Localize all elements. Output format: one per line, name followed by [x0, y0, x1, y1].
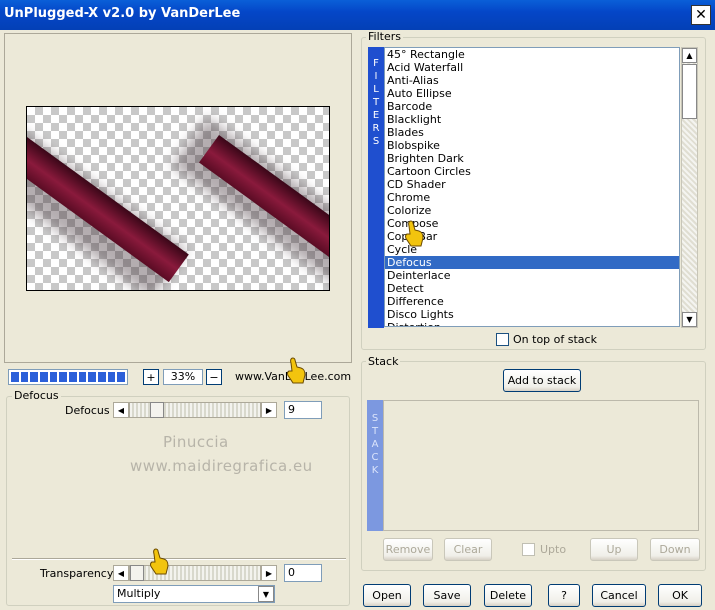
filters-scrollbar[interactable]: ▲ ▼ [681, 47, 698, 328]
help-button[interactable]: ? [548, 584, 580, 607]
filters-side-strip: F I L T E R S [368, 47, 384, 328]
filter-item[interactable]: Difference [385, 295, 679, 308]
filter-item[interactable]: Deinterlace [385, 269, 679, 282]
preview-image[interactable] [26, 106, 330, 291]
upto-checkbox[interactable] [522, 543, 535, 556]
cancel-button[interactable]: Cancel [592, 584, 646, 607]
filter-item[interactable]: Detect [385, 282, 679, 295]
save-button[interactable]: Save [423, 584, 471, 607]
chevron-down-icon: ▼ [262, 589, 270, 599]
transparency-slider-right[interactable]: ▶ [261, 565, 277, 581]
filter-item[interactable]: Disco Lights [385, 308, 679, 321]
zoom-value: 33% [163, 369, 203, 385]
scroll-up-icon: ▲ [686, 51, 693, 60]
watermark-url: www.maidiregrafica.eu [130, 457, 313, 475]
zoom-in-button[interactable]: + [143, 369, 159, 385]
transparency-input[interactable]: 0 [284, 564, 322, 582]
filter-item[interactable]: CD Shader [385, 178, 679, 191]
scroll-up-button[interactable]: ▲ [682, 48, 697, 63]
filters-group-title: Filters [366, 30, 403, 43]
filter-item[interactable]: Blacklight [385, 113, 679, 126]
stack-list[interactable] [383, 400, 699, 531]
filter-item[interactable]: Blades [385, 126, 679, 139]
defocus-slider[interactable] [129, 402, 261, 418]
stack-letter: C [371, 452, 379, 463]
filter-item[interactable]: Brighten Dark [385, 152, 679, 165]
filter-item[interactable]: Acid Waterfall [385, 61, 679, 74]
blend-mode-select[interactable]: Multiply [113, 585, 275, 603]
open-button[interactable]: Open [363, 584, 411, 607]
filter-item[interactable]: Blobspike [385, 139, 679, 152]
ok-button[interactable]: OK [658, 584, 702, 607]
filters-letter: L [373, 84, 379, 95]
plus-icon: + [146, 370, 156, 384]
on-top-of-stack-checkbox[interactable] [496, 333, 509, 346]
down-button[interactable]: Down [650, 538, 700, 561]
transparency-slider-thumb[interactable] [130, 565, 144, 581]
filter-item[interactable]: Barcode [385, 100, 679, 113]
delete-button[interactable]: Delete [484, 584, 532, 607]
filters-letter: F [373, 58, 379, 69]
hand-pointer-icon [405, 220, 424, 247]
zoom-out-button[interactable]: − [206, 369, 222, 385]
defocus-label: Defocus [65, 404, 110, 417]
filter-item[interactable]: Defocus [385, 256, 679, 269]
window-title: UnPlugged-X v2.0 by VanDerLee [4, 6, 241, 21]
hand-pointer-icon [150, 548, 169, 575]
filters-letter: I [374, 71, 378, 82]
filter-item[interactable]: Distortion [385, 321, 679, 326]
stack-letter: T [371, 426, 379, 437]
filter-item[interactable]: Chrome [385, 191, 679, 204]
defocus-slider-thumb[interactable] [150, 402, 164, 418]
close-icon: ✕ [695, 7, 707, 23]
arrow-left-icon: ◀ [117, 405, 125, 415]
defocus-input[interactable]: 9 [284, 401, 322, 419]
filter-item[interactable]: Anti-Alias [385, 74, 679, 87]
scroll-down-button[interactable]: ▼ [682, 312, 697, 327]
stack-letter: S [371, 413, 379, 424]
close-button[interactable]: ✕ [691, 5, 711, 25]
filter-item[interactable]: Compose [385, 217, 679, 230]
stack-letter: A [371, 439, 379, 450]
filters-letter: R [372, 123, 380, 134]
hand-pointer-icon [287, 357, 306, 384]
up-button[interactable]: Up [590, 538, 638, 561]
add-to-stack-button[interactable]: Add to stack [503, 369, 581, 392]
filters-letter: T [372, 97, 380, 108]
transparency-slider-left[interactable]: ◀ [113, 565, 129, 581]
filters-list[interactable]: 45° Rectangle Acid Waterfall Anti-Alias Aut… [384, 47, 680, 327]
on-top-of-stack-label: On top of stack [513, 333, 597, 346]
stack-group-title: Stack [366, 355, 401, 368]
defocus-slider-right[interactable]: ▶ [261, 402, 277, 418]
arrow-right-icon: ▶ [265, 405, 273, 415]
title-bar: UnPlugged-X v2.0 by VanDerLee [0, 0, 715, 30]
blend-mode-dropdown-button[interactable]: ▼ [258, 586, 274, 602]
filters-letter: E [372, 110, 380, 121]
filter-item[interactable]: Auto Ellipse [385, 87, 679, 100]
stack-letter: K [371, 465, 379, 476]
defocus-slider-left[interactable]: ◀ [113, 402, 129, 418]
stack-side-strip: S T A C K [367, 400, 383, 531]
upto-label: Upto [540, 543, 567, 556]
arrow-right-icon: ▶ [265, 568, 273, 578]
filter-item[interactable]: Cycle [385, 243, 679, 256]
progress-bar [8, 369, 128, 385]
defocus-group-title: Defocus [12, 389, 61, 402]
scroll-down-icon: ▼ [686, 315, 693, 324]
filter-item[interactable]: 45° Rectangle [385, 48, 679, 61]
transparency-label: Transparency [40, 567, 114, 580]
filter-item[interactable]: Colorize [385, 204, 679, 217]
divider [12, 558, 346, 560]
remove-button[interactable]: Remove [383, 538, 433, 561]
minus-icon: − [209, 370, 219, 384]
clear-button[interactable]: Clear [444, 538, 492, 561]
watermark-name: Pinuccia [163, 433, 229, 451]
arrow-left-icon: ◀ [117, 568, 125, 578]
scroll-thumb[interactable] [682, 64, 697, 119]
filter-item[interactable]: Cartoon Circles [385, 165, 679, 178]
filters-letter: S [372, 136, 380, 147]
filter-item[interactable]: Copy Bar [385, 230, 679, 243]
